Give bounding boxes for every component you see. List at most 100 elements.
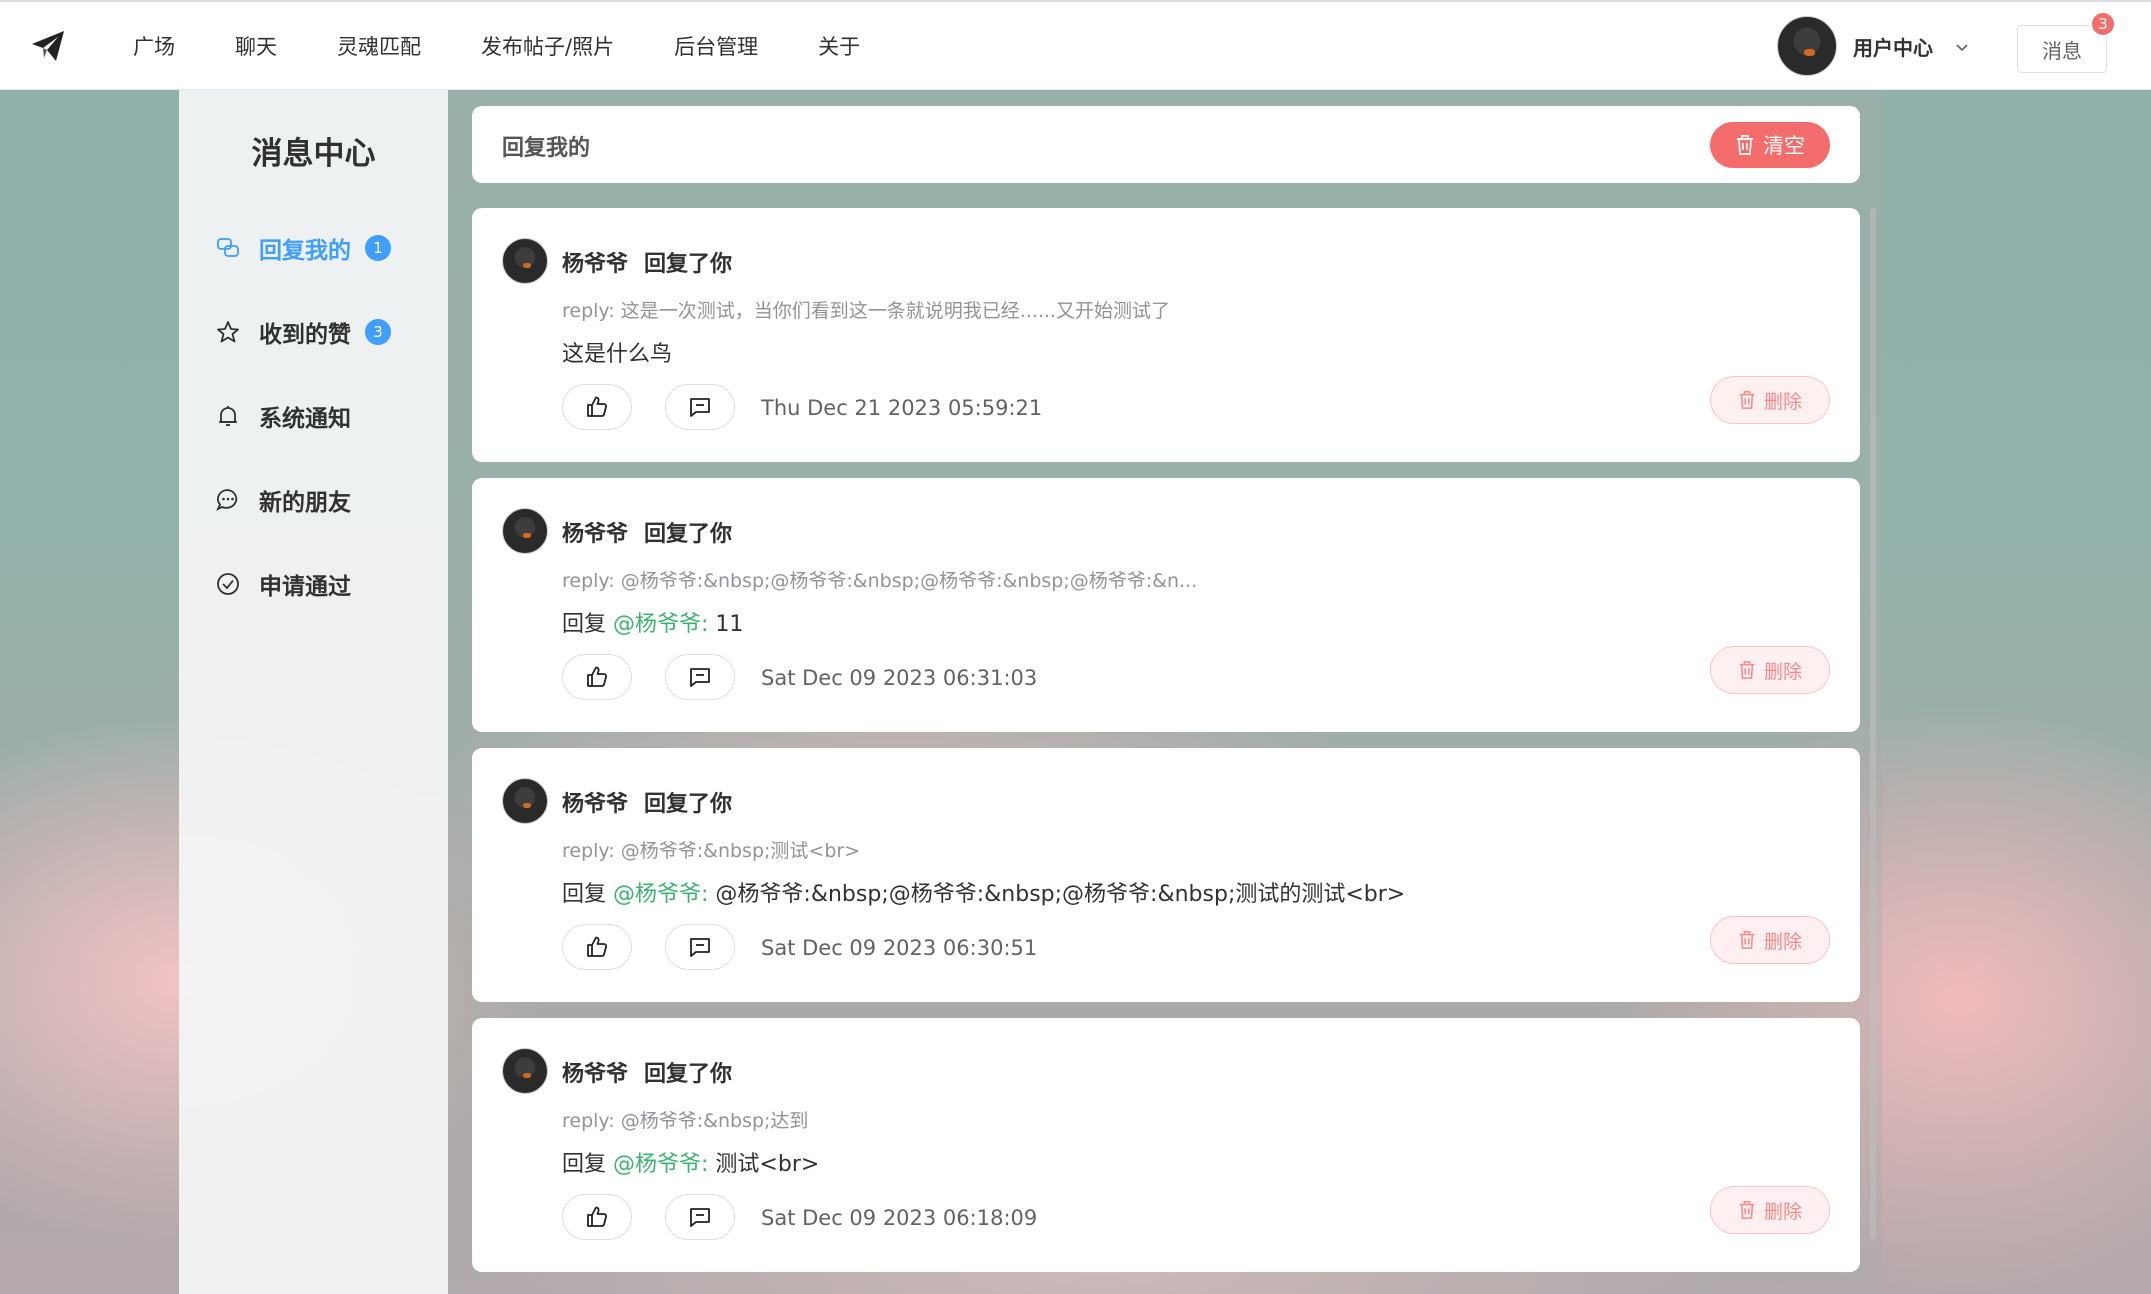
sidebar-item-label: 系统通知 (259, 406, 351, 432)
nav-publish[interactable]: 发布帖子/照片 (481, 31, 614, 61)
trash-icon (1739, 391, 1755, 409)
like-button[interactable] (562, 654, 632, 700)
sidebar-item-new-friends[interactable]: 新的朋友 (215, 480, 351, 520)
like-button[interactable] (562, 384, 632, 430)
sidebar-item-replies[interactable]: 回复我的 1 (215, 228, 391, 268)
mention-link[interactable]: @杨爷爷: (613, 882, 708, 907)
avatar[interactable] (502, 1048, 548, 1094)
reply-text: 11 (708, 612, 744, 637)
sidebar-item-approved[interactable]: 申请通过 (215, 564, 351, 604)
delete-label: 删除 (1763, 660, 1802, 683)
comment-icon (690, 668, 710, 687)
like-button[interactable] (562, 924, 632, 970)
action-text: 回复了你 (644, 252, 733, 277)
avatar[interactable] (502, 508, 548, 554)
sidebar-item-label: 回复我的 (259, 238, 351, 264)
chat-icon (215, 487, 241, 513)
reply-content: 回复 @杨爷爷: 11 (562, 606, 743, 638)
section-title: 回复我的 (502, 136, 591, 161)
nav-plaza[interactable]: 广场 (133, 31, 175, 61)
mention-link[interactable]: @杨爷爷: (613, 612, 708, 637)
reply-card: 杨爷爷 回复了你 reply: @杨爷爷:&nbsp;达到 回复 @杨爷爷: 测… (472, 1018, 1860, 1272)
comment-icon (690, 1208, 710, 1227)
messages-badge: 3 (2090, 11, 2116, 37)
delete-label: 删除 (1763, 390, 1802, 413)
trash-icon (1739, 661, 1755, 679)
sidebar-item-label: 申请通过 (259, 574, 351, 600)
delete-button[interactable]: 删除 (1710, 646, 1830, 694)
message-center-sidebar: 消息中心 回复我的 1 收到的赞 3 系统通知 新的朋友 申请通过 (179, 90, 448, 1294)
sidebar-item-likes[interactable]: 收到的赞 3 (215, 312, 391, 352)
sidebar-badge: 3 (365, 319, 391, 345)
clear-all-button[interactable]: 清空 (1710, 122, 1830, 168)
comment-button[interactable] (665, 654, 735, 700)
reply-card: 杨爷爷 回复了你 reply: 这是一次测试，当你们看到这一条就说明我已经...… (472, 208, 1860, 462)
thumbs-up-icon (587, 1206, 608, 1227)
delete-label: 删除 (1763, 1200, 1802, 1223)
bell-icon (215, 403, 241, 429)
section-header: 回复我的 清空 (472, 106, 1860, 183)
comment-button[interactable] (665, 384, 735, 430)
trash-icon (1739, 931, 1755, 949)
nav-admin[interactable]: 后台管理 (674, 31, 758, 61)
quoted-reply: reply: 这是一次测试，当你们看到这一条就说明我已经......又开始测试了 (562, 300, 1170, 322)
star-icon (215, 319, 241, 345)
author-name[interactable]: 杨爷爷 (562, 246, 628, 278)
timestamp: Sat Dec 09 2023 06:30:51 (761, 936, 1038, 960)
reply-icon (215, 235, 241, 261)
delete-button[interactable]: 删除 (1710, 376, 1830, 424)
reply-text: @杨爷爷:&nbsp;@杨爷爷:&nbsp;@杨爷爷:&nbsp;测试的测试<b… (708, 882, 1406, 907)
author-name[interactable]: 杨爷爷 (562, 786, 628, 818)
nav-about[interactable]: 关于 (818, 31, 860, 61)
reply-text: 这是什么鸟 (562, 342, 673, 367)
trash-icon (1737, 135, 1753, 155)
reply-card: 杨爷爷 回复了你 reply: @杨爷爷:&nbsp;测试<br> 回复 @杨爷… (472, 748, 1860, 1002)
nav-soul-match[interactable]: 灵魂匹配 (337, 31, 421, 61)
trash-icon (1739, 1201, 1755, 1219)
clear-all-label: 清空 (1763, 134, 1805, 158)
action-text: 回复了你 (644, 1062, 733, 1087)
user-avatar[interactable] (1777, 16, 1837, 76)
reply-prefix: 回复 (562, 1152, 613, 1177)
sidebar-item-label: 新的朋友 (259, 490, 351, 516)
reply-text: 测试<br> (708, 1152, 820, 1177)
author-name[interactable]: 杨爷爷 (562, 1056, 628, 1088)
like-button[interactable] (562, 1194, 632, 1240)
top-navbar: 广场 聊天 灵魂匹配 发布帖子/照片 后台管理 关于 用户中心 (0, 0, 2151, 90)
nav-chat[interactable]: 聊天 (235, 31, 277, 61)
delete-label: 删除 (1763, 930, 1802, 953)
main-nav: 广场 聊天 灵魂匹配 发布帖子/照片 后台管理 关于 (133, 2, 920, 90)
delete-button[interactable]: 删除 (1710, 916, 1830, 964)
scrollbar[interactable] (1870, 208, 1876, 1240)
sidebar-item-system-notice[interactable]: 系统通知 (215, 396, 351, 436)
quoted-reply: reply: @杨爷爷:&nbsp;测试<br> (562, 840, 861, 862)
check-circle-icon (215, 571, 241, 597)
thumbs-up-icon (587, 396, 608, 417)
thumbs-up-icon (587, 666, 608, 687)
reply-content: 这是什么鸟 (562, 336, 672, 368)
user-center-label: 用户中心 (1853, 35, 1933, 60)
quoted-reply: reply: @杨爷爷:&nbsp;@杨爷爷:&nbsp;@杨爷爷:&nbsp;… (562, 570, 1198, 592)
paper-plane-logo-icon[interactable] (30, 28, 66, 64)
avatar[interactable] (502, 778, 548, 824)
comment-button[interactable] (665, 1194, 735, 1240)
sidebar-badge: 1 (365, 235, 391, 261)
reply-content: 回复 @杨爷爷: 测试<br> (562, 1146, 819, 1178)
author-name[interactable]: 杨爷爷 (562, 516, 628, 548)
comment-icon (690, 398, 710, 417)
user-center-dropdown[interactable]: 用户中心 (1777, 16, 1969, 76)
comment-button[interactable] (665, 924, 735, 970)
mention-link[interactable]: @杨爷爷: (613, 1152, 708, 1177)
thumbs-up-icon (587, 936, 608, 957)
action-text: 回复了你 (644, 792, 733, 817)
timestamp: Thu Dec 21 2023 05:59:21 (761, 396, 1043, 420)
reply-content: 回复 @杨爷爷: @杨爷爷:&nbsp;@杨爷爷:&nbsp;@杨爷爷:&nbs… (562, 876, 1405, 908)
sidebar-item-label: 收到的赞 (259, 322, 351, 348)
reply-card: 杨爷爷 回复了你 reply: @杨爷爷:&nbsp;@杨爷爷:&nbsp;@杨… (472, 478, 1860, 732)
delete-button[interactable]: 删除 (1710, 1186, 1830, 1234)
chevron-down-icon (1955, 39, 1969, 53)
avatar[interactable] (502, 238, 548, 284)
sidebar-title: 消息中心 (251, 136, 376, 172)
comment-icon (690, 938, 710, 957)
timestamp: Sat Dec 09 2023 06:31:03 (761, 666, 1038, 690)
